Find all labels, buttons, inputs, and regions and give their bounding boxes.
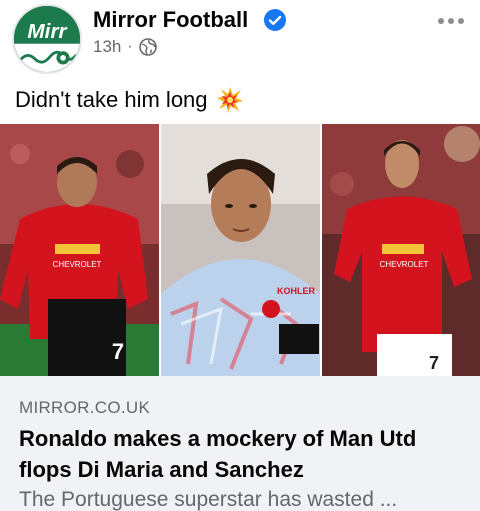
page-avatar[interactable]: Mirr bbox=[12, 4, 82, 74]
shirt-sponsor-text: CHEVROLET bbox=[380, 260, 429, 269]
mirror-football-logo: Mirr bbox=[14, 6, 80, 72]
shirt-sponsor-text: CHEVROLET bbox=[53, 260, 102, 269]
post-timestamp[interactable]: 13h bbox=[93, 37, 121, 57]
meta-separator: · bbox=[127, 38, 133, 55]
image-player-center: KOHLER bbox=[161, 124, 320, 376]
image-player-right: CHEVROLET 7 bbox=[322, 124, 480, 376]
caption-text: Didn't take him long bbox=[15, 87, 208, 112]
link-description: The Portuguese superstar has wasted ... bbox=[19, 488, 398, 511]
shirt-sponsor-text: KOHLER bbox=[277, 286, 316, 296]
shirt-number: 7 bbox=[429, 353, 439, 373]
post-header: Mirr Mirror Football 13h · bbox=[0, 0, 480, 80]
avatar-text: Mirr bbox=[27, 20, 68, 43]
post-image[interactable]: CHEVROLET 7 KOHLER CHEVROLET 7 bbox=[0, 124, 480, 376]
link-title[interactable]: Ronaldo makes a mockery of Man Utd flops… bbox=[19, 423, 464, 485]
shirt-number: 7 bbox=[112, 339, 124, 364]
page-name-link[interactable]: Mirror Football bbox=[93, 7, 248, 33]
more-options-button[interactable] bbox=[436, 13, 466, 29]
verified-badge-icon bbox=[264, 9, 286, 31]
link-preview-card[interactable]: MIRROR.CO.UK Ronaldo makes a mockery of … bbox=[0, 376, 480, 511]
post-caption: Didn't take him long bbox=[15, 86, 244, 114]
more-options-icon bbox=[438, 18, 444, 24]
post-meta: 13h · bbox=[93, 37, 157, 57]
link-domain: MIRROR.CO.UK bbox=[19, 398, 151, 417]
globe-icon bbox=[138, 38, 157, 56]
collision-emoji-icon bbox=[216, 87, 243, 113]
image-player-left: CHEVROLET 7 bbox=[0, 124, 159, 376]
